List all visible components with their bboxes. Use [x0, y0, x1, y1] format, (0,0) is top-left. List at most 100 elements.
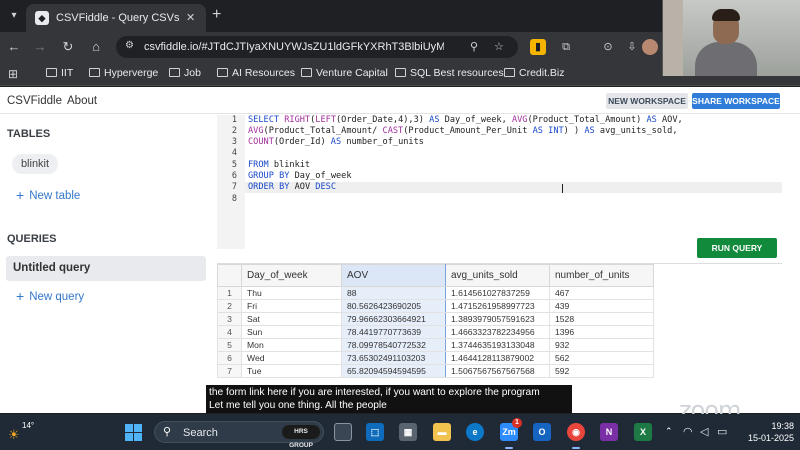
folder-icon: [89, 68, 100, 77]
column-header-avg-units-sold[interactable]: avg_units_sold: [445, 264, 550, 287]
code-line: AVG(Product_Total_Amount/ CAST(Product_A…: [248, 126, 678, 136]
row-number-cell: 5: [217, 338, 242, 352]
query-item-untitled[interactable]: Untitled query: [6, 256, 206, 281]
bookmark-star-icon[interactable]: ☆: [494, 40, 504, 53]
queries-heading: QUERIES: [7, 233, 57, 245]
windows-start-icon[interactable]: [125, 424, 142, 441]
table-chip-blinkit[interactable]: blinkit: [12, 154, 58, 174]
calculator-icon[interactable]: ▦: [399, 423, 417, 441]
new-query-link[interactable]: + New query: [16, 288, 84, 304]
new-tab-button[interactable]: +: [212, 6, 221, 24]
back-arrow-icon[interactable]: ←: [6, 39, 22, 54]
sidebar: TABLES blinkit + New table QUERIES Untitl…: [0, 115, 215, 413]
webcam-video[interactable]: [662, 0, 800, 76]
system-clock[interactable]: 19:38 15-01-2025: [738, 420, 794, 444]
bookmark-hyperverge[interactable]: Hyperverge: [89, 67, 158, 79]
address-bar[interactable]: ⚙ csvfiddle.io/#JTdCJTIyaXNUYWJsZU1ldGFk…: [116, 36, 518, 58]
column-header-day-of-week[interactable]: Day_of_week: [241, 264, 342, 287]
table-row[interactable]: 7 Tue 65.82094594594595 1.5067567567567568 5…: [217, 364, 654, 378]
table-row[interactable]: 4 Sun 78.4419770773639 1.4663323782234956 13…: [217, 325, 654, 339]
table-cell: 78.09978540772532: [341, 338, 446, 352]
table-cell: 1.5067567567567568: [445, 364, 550, 378]
chrome-browser-icon[interactable]: ◉: [567, 423, 585, 441]
row-number-cell: 2: [217, 299, 242, 313]
bookmark-sql-best-resources[interactable]: SQL Best resources: [395, 67, 504, 79]
new-workspace-button[interactable]: NEW WORKSPACE: [606, 93, 688, 109]
bookmark-credit-biz[interactable]: Credit.Biz: [504, 67, 565, 79]
table-cell: 1.4644128113879002: [445, 351, 550, 365]
tab-search-icon[interactable]: ▾: [6, 8, 22, 24]
column-header-aov[interactable]: AOV: [341, 264, 446, 287]
edge-browser-icon[interactable]: e: [466, 423, 484, 441]
line-number: 6: [231, 171, 237, 181]
excel-icon[interactable]: X: [634, 423, 652, 441]
code-line: SELECT RIGHT(LEFT(Order_Date,4),3) AS Da…: [248, 115, 683, 125]
tab-close-icon[interactable]: ✕: [186, 11, 195, 24]
table-cell: 932: [549, 338, 654, 352]
folder-icon: [301, 68, 312, 77]
site-info-icon[interactable]: ⚙: [125, 40, 134, 51]
microsoft-store-icon[interactable]: ⬚: [366, 423, 384, 441]
outlook-icon[interactable]: O: [533, 423, 551, 441]
about-link[interactable]: About: [67, 95, 97, 107]
table-row[interactable]: 2 Fri 80.5626423690205 1.4715261958997723 43…: [217, 299, 654, 313]
task-view-icon[interactable]: [334, 423, 352, 441]
file-explorer-icon[interactable]: ▬: [433, 423, 451, 441]
sql-editor[interactable]: 1 2 3 4 5 6 7 8 SELECT RIGHT(LEFT(Order_…: [217, 115, 782, 258]
extension-yellow-icon[interactable]: ▮: [530, 39, 546, 55]
bookmark-job[interactable]: Job: [169, 67, 201, 79]
results-table: Day_of_week AOV avg_units_sold number_of…: [217, 264, 654, 378]
url-text[interactable]: csvfiddle.io/#JTdCJTIyaXNUYWJsZU1ldGFkYX…: [144, 41, 444, 53]
taskbar-search-box[interactable]: ⚲ Search HRS GROUP: [154, 421, 324, 449]
table-cell: Fri: [241, 299, 342, 313]
browser-tab-csvfiddle[interactable]: ◆ CSVFiddle - Query CSVs with SQL ✕: [26, 4, 206, 32]
onenote-icon[interactable]: N: [600, 423, 618, 441]
apps-grid-icon[interactable]: ⊞: [8, 67, 18, 81]
line-number: 7: [231, 182, 237, 192]
search-highlight-badge: HRS GROUP: [282, 425, 320, 449]
caption-line-1: the form link here if you are interested…: [209, 387, 540, 398]
column-header-number-of-units[interactable]: number_of_units: [549, 264, 654, 287]
weather-sun-icon: ☀: [8, 427, 20, 442]
wifi-icon[interactable]: ◠: [683, 425, 693, 438]
share-workspace-button[interactable]: SHARE WORKSPACE: [692, 93, 780, 109]
table-row[interactable]: 5 Mon 78.09978540772532 1.3744635193133048 9…: [217, 338, 654, 352]
run-query-button[interactable]: RUN QUERY: [697, 238, 777, 258]
bookmark-venture-capital[interactable]: Venture Capital: [301, 67, 388, 79]
row-number-cell: 6: [217, 351, 242, 365]
tab-groups-icon[interactable]: ⊙: [600, 39, 616, 55]
speaker-icon[interactable]: ◁: [700, 425, 708, 438]
app-brand-link[interactable]: CSVFiddle: [7, 95, 62, 107]
table-cell: 1.3893979057591623: [445, 312, 550, 326]
bookmark-ai-resources[interactable]: AI Resources: [217, 67, 295, 79]
live-captions: the form link here if you are interested…: [206, 385, 572, 413]
weather-widget[interactable]: ☀ 14°: [8, 421, 34, 443]
forward-arrow-icon[interactable]: →: [32, 39, 48, 54]
folder-icon: [46, 68, 57, 77]
table-row[interactable]: 1 Thu 88 1.614561027837259 467: [217, 286, 654, 300]
code-line: COUNT(Order_Id) AS number_of_units: [248, 137, 424, 147]
table-cell: Mon: [241, 338, 342, 352]
reload-icon[interactable]: ↻: [60, 39, 76, 55]
app-header: CSVFiddle About NEW WORKSPACE SHARE WORK…: [0, 87, 800, 114]
folder-icon: [395, 68, 406, 77]
table-row[interactable]: 6 Wed 73.65302491103203 1.4644128113879002 5…: [217, 351, 654, 365]
line-number: 5: [231, 160, 237, 170]
line-number: 3: [231, 137, 237, 147]
battery-icon[interactable]: ▭: [717, 425, 727, 438]
search-zoom-icon[interactable]: ⚲: [470, 40, 478, 53]
downloads-icon[interactable]: ⇩: [624, 39, 640, 55]
bookmark-iit[interactable]: IIT: [46, 67, 73, 79]
row-number-cell: 1: [217, 286, 242, 300]
show-hidden-icons-chevron-icon[interactable]: ⌃: [665, 426, 673, 437]
table-cell: 1.3744635193133048: [445, 338, 550, 352]
row-number-cell: 7: [217, 364, 242, 378]
table-row[interactable]: 3 Sat 79.96662303664921 1.3893979057591623 1…: [217, 312, 654, 326]
extensions-puzzle-icon[interactable]: ⧉: [558, 39, 574, 55]
home-icon[interactable]: ⌂: [88, 39, 104, 54]
folder-icon: [217, 68, 228, 77]
table-cell: 73.65302491103203: [341, 351, 446, 365]
profile-avatar[interactable]: [642, 39, 658, 55]
new-table-link[interactable]: + New table: [16, 187, 80, 203]
folder-icon: [169, 68, 180, 77]
